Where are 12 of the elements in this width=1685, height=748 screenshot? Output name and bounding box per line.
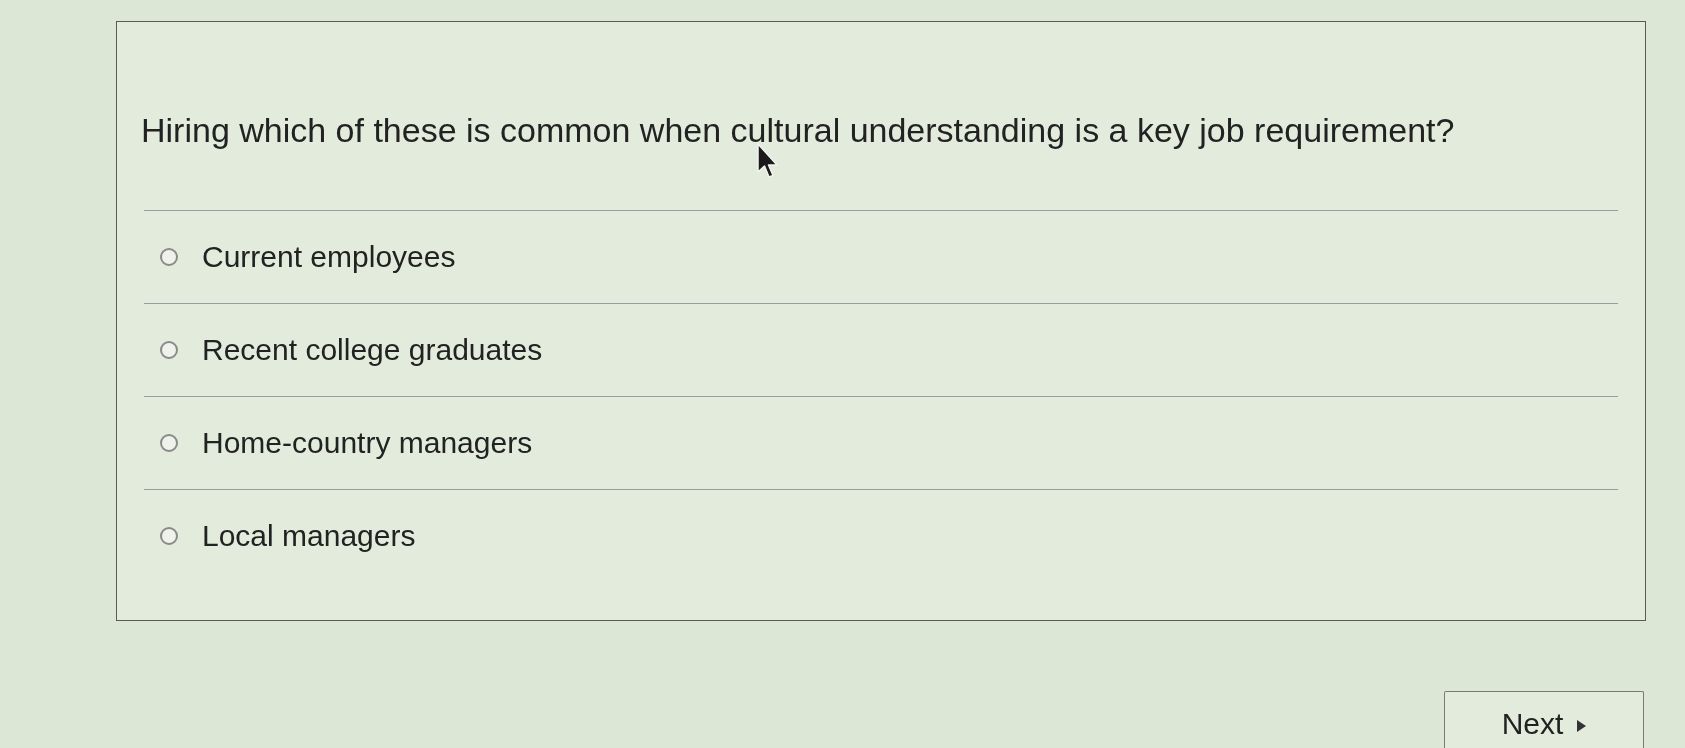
radio-button[interactable] [160,434,178,452]
option-label[interactable]: Recent college graduates [202,332,543,368]
triangle-icon [1577,720,1587,732]
radio-button[interactable] [160,527,178,545]
cursor-icon [757,143,779,179]
radio-button[interactable] [160,341,178,359]
option-label[interactable]: Home-country managers [202,425,533,461]
option-label[interactable]: Current employees [202,239,456,275]
radio-button[interactable] [160,248,178,266]
option-label[interactable]: Local managers [202,518,416,554]
next-button[interactable]: Next [1444,691,1644,748]
question-text: Hiring which of these is common when cultural understanding is a key job requirement? [141,110,1455,150]
